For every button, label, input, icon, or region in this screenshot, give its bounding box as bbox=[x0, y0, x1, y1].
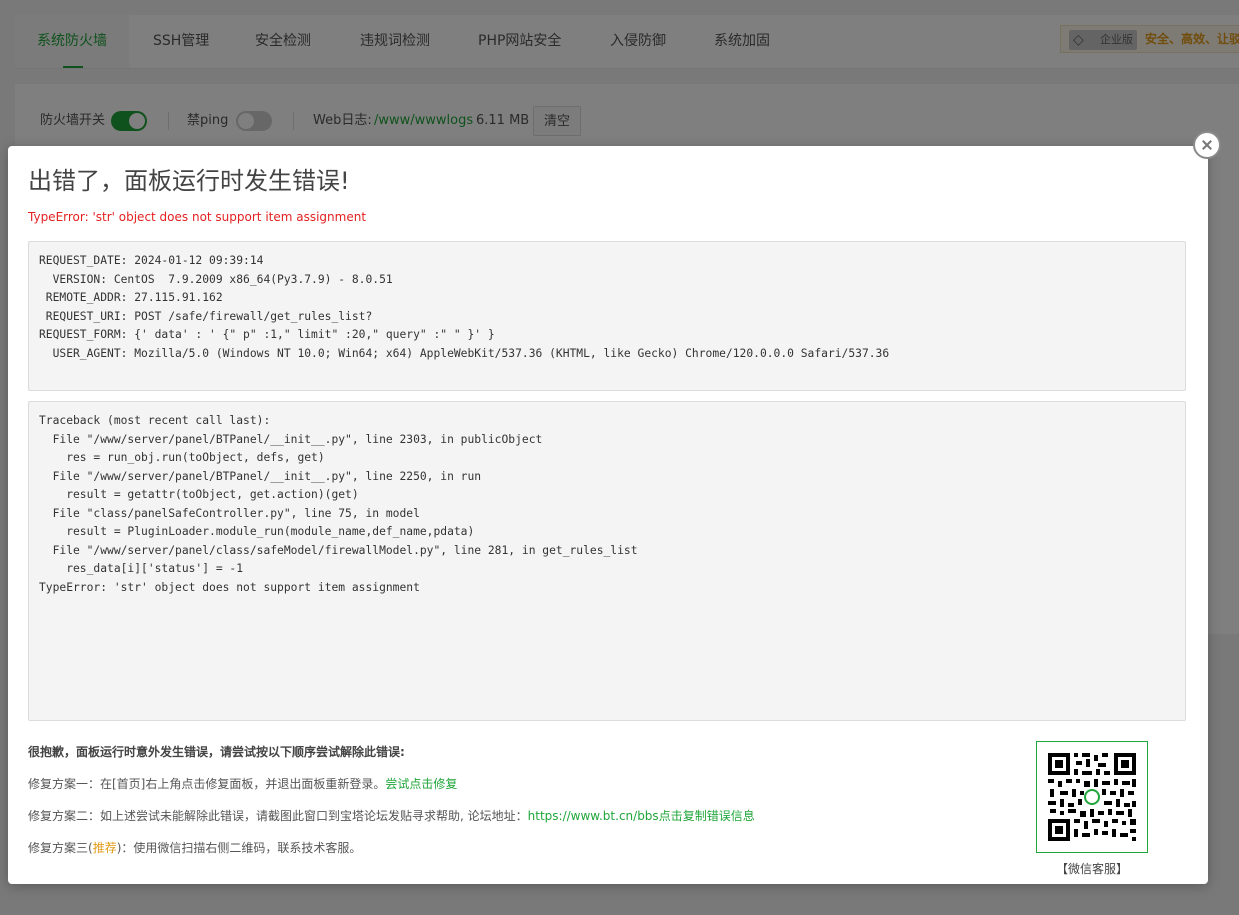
traceback-line: File "/www/server/panel/class/safeModel/… bbox=[39, 543, 638, 557]
traceback-line: result = PluginLoader.module_run(module_… bbox=[39, 525, 475, 538]
traceback-line: Traceback (most recent call last): bbox=[39, 414, 271, 427]
traceback-box: Traceback (most recent call last): File … bbox=[28, 401, 1186, 721]
traceback-line: res_data[i]['status'] = -1 bbox=[39, 562, 244, 575]
close-icon[interactable] bbox=[1193, 131, 1221, 159]
request-info-line: REQUEST_FORM: {' data' : ' {" p" :1," li… bbox=[39, 328, 495, 341]
traceback-line: res = run_obj.run(toObject, defs, get) bbox=[39, 451, 325, 464]
fix-option-3-prefix: 修复方案三( bbox=[28, 841, 93, 855]
fix-option-2-text: 修复方案二：如上述尝试未能解除此错误，请截图此窗口到宝塔论坛发贴寻求帮助, 论坛… bbox=[28, 809, 528, 823]
error-dialog: 出错了，面板运行时发生错误! TypeError: 'str' object d… bbox=[8, 146, 1208, 884]
copy-error-info-link[interactable]: 点击复制错误信息 bbox=[659, 809, 755, 823]
traceback-line: File "/www/server/panel/BTPanel/__init__… bbox=[39, 469, 482, 483]
request-info-line: USER_AGENT: Mozilla/5.0 (Windows NT 10.0… bbox=[39, 346, 890, 360]
error-message: TypeError: 'str' object does not support… bbox=[28, 210, 367, 224]
qr-caption: 【微信客服】 bbox=[1055, 862, 1128, 876]
request-info-line: REMOTE_ADDR: 27.115.91.162 bbox=[39, 291, 223, 304]
request-info-line: REQUEST_URI: POST /safe/firewall/get_rul… bbox=[39, 309, 373, 323]
fix-option-2: 修复方案二：如上述尝试未能解除此错误，请截图此窗口到宝塔论坛发贴寻求帮助, 论坛… bbox=[28, 808, 755, 824]
fix-option-1-text: 修复方案一：在[首页]右上角点击修复面板，并退出面板重新登录。 bbox=[28, 777, 386, 791]
recommended-tag: 推荐 bbox=[92, 841, 117, 855]
fix-option-3: 修复方案三(推荐)：使用微信扫描右侧二维码，联系技术客服。 bbox=[28, 840, 361, 856]
forum-url-link[interactable]: https://www.bt.cn/bbs bbox=[528, 809, 659, 823]
qr-code-image bbox=[1046, 751, 1138, 843]
traceback-line: TypeError: 'str' object does not support… bbox=[39, 580, 420, 594]
help-heading: 很抱歉，面板运行时意外发生错误，请尝试按以下顺序尝试解除此错误: bbox=[28, 745, 405, 759]
fix-option-1: 修复方案一：在[首页]右上角点击修复面板，并退出面板重新登录。尝试点击修复 bbox=[28, 776, 457, 792]
traceback-line: File "class/panelSafeController.py", lin… bbox=[39, 506, 420, 520]
traceback-line: result = getattr(toObject, get.action)(g… bbox=[39, 488, 359, 501]
request-info-box: REQUEST_DATE: 2024-01-12 09:39:14 VERSIO… bbox=[28, 241, 1186, 391]
try-repair-link[interactable]: 尝试点击修复 bbox=[385, 777, 457, 791]
wechat-qr-code bbox=[1036, 741, 1148, 853]
error-title: 出错了，面板运行时发生错误! bbox=[28, 167, 350, 195]
request-info-line: VERSION: CentOS 7.9.2009 x86_64(Py3.7.9)… bbox=[39, 272, 393, 286]
traceback-line: File "/www/server/panel/BTPanel/__init__… bbox=[39, 432, 543, 446]
request-info-line: REQUEST_DATE: 2024-01-12 09:39:14 bbox=[39, 254, 264, 267]
fix-option-3-suffix: )：使用微信扫描右侧二维码，联系技术客服。 bbox=[116, 841, 362, 855]
